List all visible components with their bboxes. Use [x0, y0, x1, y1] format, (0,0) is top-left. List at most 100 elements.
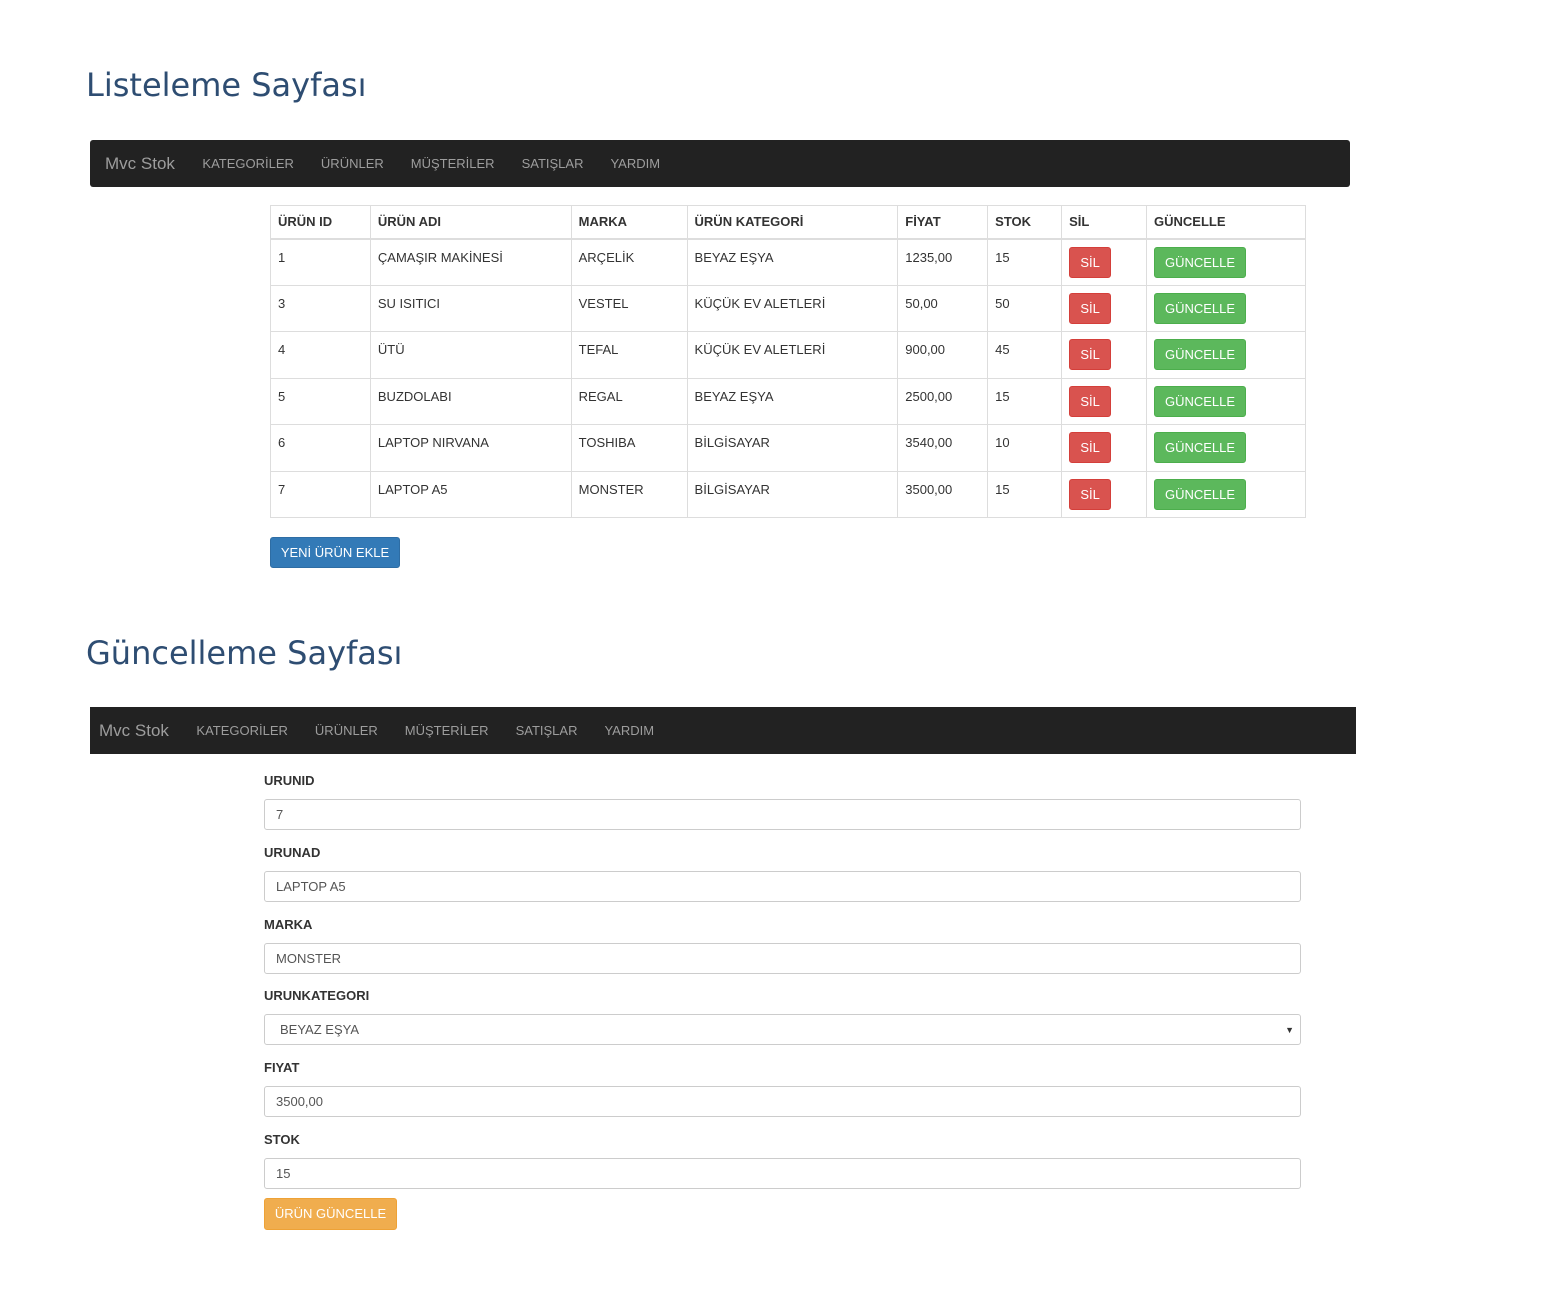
cell-category: BİLGİSAYAR — [686, 470, 899, 518]
stok-label: STOK — [264, 1132, 300, 1147]
cell-delete: SİL — [1061, 331, 1148, 379]
delete-button[interactable]: SİL — [1069, 432, 1112, 463]
navbar-update: Mvc Stok KATEGORİLER ÜRÜNLER MÜŞTERİLER … — [90, 707, 1356, 754]
cell-category: BEYAZ EŞYA — [686, 238, 899, 286]
delete-button[interactable]: SİL — [1069, 339, 1112, 370]
nav-item-satislar[interactable]: SATIŞLAR — [522, 156, 584, 171]
update-button[interactable]: GÜNCELLE — [1154, 385, 1247, 417]
form-group-fiyat: FIYAT — [264, 1060, 1301, 1117]
cell-stock: 15 — [987, 377, 1063, 425]
update-button[interactable]: GÜNCELLE — [1154, 246, 1247, 278]
cell-brand: VESTEL — [570, 284, 688, 332]
column-header-price: FİYAT — [897, 205, 989, 240]
fiyat-input[interactable] — [264, 1086, 1301, 1117]
cell-id: 7 — [270, 470, 371, 518]
cell-id: 6 — [270, 424, 371, 472]
cell-name: ÇAMAŞIR MAKİNESİ — [369, 238, 572, 286]
cell-category: BEYAZ EŞYA — [686, 377, 899, 425]
cell-price: 2500,00 — [897, 377, 989, 425]
delete-button[interactable]: SİL — [1069, 246, 1112, 278]
cell-category: BİLGİSAYAR — [686, 424, 899, 472]
marka-label: MARKA — [264, 917, 313, 932]
cell-brand: TOSHIBA — [570, 424, 688, 472]
table-row: 1 ÇAMAŞIR MAKİNESİ ARÇELİK BEYAZ EŞYA 12… — [270, 238, 1306, 286]
cell-id: 3 — [270, 284, 371, 332]
urunad-label: URUNAD — [264, 845, 321, 860]
nav-item-kategoriler[interactable]: KATEGORİLER — [196, 723, 288, 738]
urunkategori-label: URUNKATEGORI — [264, 988, 370, 1003]
cell-delete: SİL — [1061, 424, 1148, 472]
nav-item-musteriler[interactable]: MÜŞTERİLER — [405, 723, 489, 738]
stok-input[interactable] — [264, 1158, 1301, 1189]
update-page-heading: Güncelleme Sayfası — [86, 634, 403, 672]
delete-button[interactable]: SİL — [1069, 478, 1112, 510]
cell-id: 4 — [270, 331, 371, 379]
delete-button[interactable]: SİL — [1069, 292, 1112, 324]
nav-item-satislar[interactable]: SATIŞLAR — [516, 723, 578, 738]
navbar-brand[interactable]: Mvc Stok — [105, 154, 175, 174]
form-group-urunkategori: URUNKATEGORI BEYAZ EŞYA ▼ — [264, 988, 1301, 1045]
navbar-listing: Mvc Stok KATEGORİLER ÜRÜNLER MÜŞTERİLER … — [90, 140, 1350, 187]
cell-delete: SİL — [1061, 377, 1148, 425]
delete-button[interactable]: SİL — [1069, 385, 1112, 417]
cell-brand: MONSTER — [570, 470, 688, 518]
nav-item-yardim[interactable]: YARDIM — [610, 156, 660, 171]
products-table: ÜRÜN ID ÜRÜN ADI MARKA ÜRÜN KATEGORİ FİY… — [270, 205, 1306, 518]
urunid-label: URUNID — [264, 773, 315, 788]
column-header-id: ÜRÜN ID — [270, 205, 371, 240]
column-header-brand: MARKA — [570, 205, 688, 240]
products-table-container: ÜRÜN ID ÜRÜN ADI MARKA ÜRÜN KATEGORİ FİY… — [270, 205, 1306, 518]
table-row: 4 ÜTÜ TEFAL KÜÇÜK EV ALETLERİ 900,00 45 … — [270, 331, 1306, 379]
cell-delete: SİL — [1061, 284, 1148, 332]
urunad-input[interactable] — [264, 871, 1301, 902]
table-row: 3 SU ISITICI VESTEL KÜÇÜK EV ALETLERİ 50… — [270, 284, 1306, 332]
column-header-delete: SİL — [1061, 205, 1148, 240]
cell-price: 3500,00 — [897, 470, 989, 518]
nav-item-yardim[interactable]: YARDIM — [604, 723, 654, 738]
column-header-category: ÜRÜN KATEGORİ — [686, 205, 899, 240]
form-group-stok: STOK — [264, 1132, 1301, 1189]
cell-delete: SİL — [1061, 470, 1148, 518]
cell-name: SU ISITICI — [369, 284, 572, 332]
marka-input[interactable] — [264, 943, 1301, 974]
table-header-row: ÜRÜN ID ÜRÜN ADI MARKA ÜRÜN KATEGORİ FİY… — [270, 205, 1306, 240]
cell-update: GÜNCELLE — [1146, 238, 1306, 286]
cell-category: KÜÇÜK EV ALETLERİ — [686, 284, 899, 332]
cell-brand: REGAL — [570, 377, 688, 425]
update-button[interactable]: GÜNCELLE — [1154, 432, 1247, 463]
cell-brand: TEFAL — [570, 331, 688, 379]
cell-update: GÜNCELLE — [1146, 424, 1306, 472]
cell-update: GÜNCELLE — [1146, 377, 1306, 425]
cell-stock: 50 — [987, 284, 1063, 332]
urunkategori-select[interactable]: BEYAZ EŞYA ▼ — [264, 1014, 1301, 1045]
nav-item-kategoriler[interactable]: KATEGORİLER — [202, 156, 294, 171]
update-button[interactable]: GÜNCELLE — [1154, 478, 1247, 510]
nav-item-urunler[interactable]: ÜRÜNLER — [315, 723, 378, 738]
cell-id: 1 — [270, 238, 371, 286]
cell-name: LAPTOP NIRVANA — [369, 424, 572, 472]
cell-stock: 10 — [987, 424, 1063, 472]
update-button[interactable]: GÜNCELLE — [1154, 339, 1247, 370]
new-product-button[interactable]: YENİ ÜRÜN EKLE — [270, 537, 400, 568]
cell-update: GÜNCELLE — [1146, 284, 1306, 332]
update-product-button[interactable]: ÜRÜN GÜNCELLE — [264, 1198, 397, 1230]
listing-page-heading: Listeleme Sayfası — [86, 66, 367, 104]
cell-brand: ARÇELİK — [570, 238, 688, 286]
update-button[interactable]: GÜNCELLE — [1154, 292, 1247, 324]
nav-item-urunler[interactable]: ÜRÜNLER — [321, 156, 384, 171]
cell-name: ÜTÜ — [369, 331, 572, 379]
table-row: 5 BUZDOLABI REGAL BEYAZ EŞYA 2500,00 15 … — [270, 377, 1306, 425]
column-header-update: GÜNCELLE — [1146, 205, 1306, 240]
nav-item-musteriler[interactable]: MÜŞTERİLER — [411, 156, 495, 171]
form-group-urunad: URUNAD — [264, 845, 1301, 902]
urunid-input[interactable] — [264, 799, 1301, 830]
table-row: 7 LAPTOP A5 MONSTER BİLGİSAYAR 3500,00 1… — [270, 470, 1306, 518]
cell-price: 3540,00 — [897, 424, 989, 472]
cell-update: GÜNCELLE — [1146, 331, 1306, 379]
form-group-marka: MARKA — [264, 917, 1301, 974]
navbar-brand[interactable]: Mvc Stok — [99, 721, 169, 741]
cell-update: GÜNCELLE — [1146, 470, 1306, 518]
chevron-down-icon: ▼ — [1285, 1024, 1294, 1035]
form-group-urunid: URUNID — [264, 773, 1301, 830]
fiyat-label: FIYAT — [264, 1060, 300, 1075]
